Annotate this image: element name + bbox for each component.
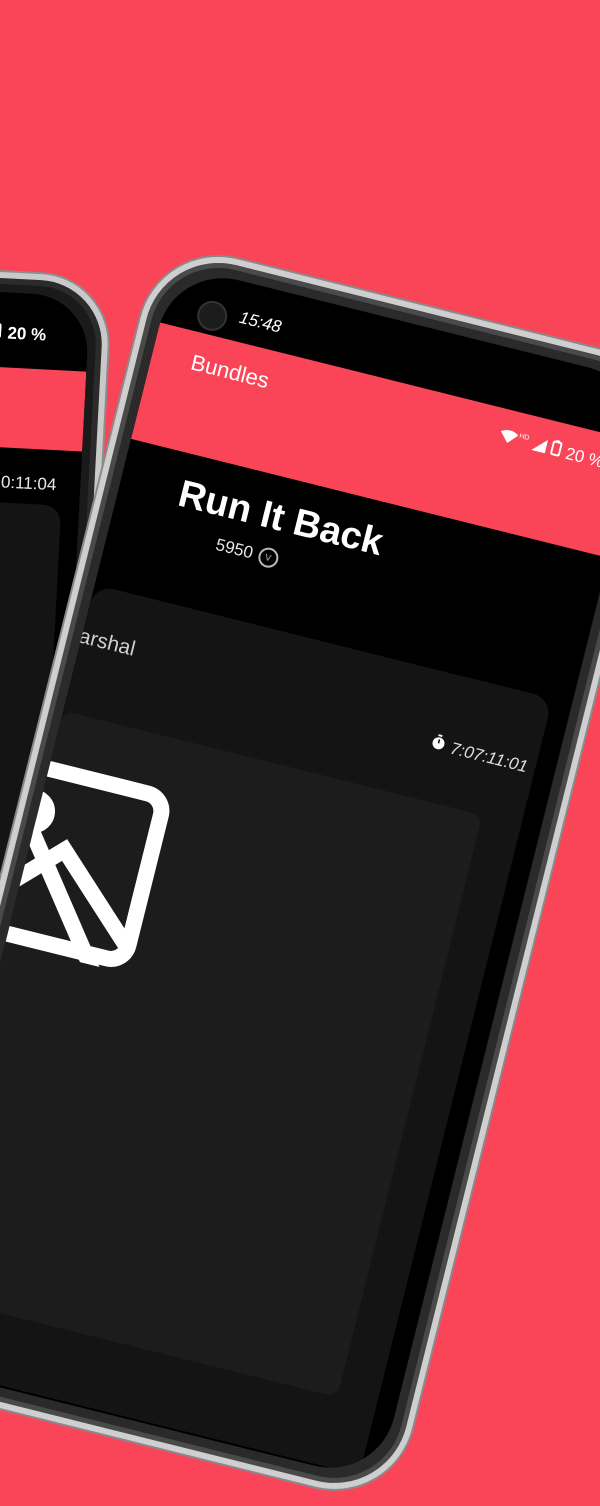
item-timer-value: 7:07:11:01 — [448, 738, 530, 776]
bundle-item-card[interactable]: Marshal 7:07:11:01 — [0, 584, 553, 1475]
broken-image-icon — [0, 757, 170, 978]
item-name: Marshal — [59, 620, 138, 661]
camera-icon — [194, 297, 231, 335]
battery-icon — [0, 322, 2, 343]
battery-text: 20 % — [7, 323, 47, 345]
hd-badge: HD — [518, 432, 530, 443]
back-timer: 10:11:04 — [0, 471, 57, 495]
bundle-price: 5950 V — [214, 535, 281, 570]
page-title: Bundles — [188, 349, 272, 394]
back-app-bar — [0, 345, 87, 452]
item-image-card[interactable] — [0, 710, 483, 1398]
wifi-icon — [497, 427, 519, 451]
signal-icon — [530, 435, 549, 458]
battery-icon — [549, 439, 564, 462]
stopwatch-icon — [429, 733, 448, 757]
item-timer: 7:07:11:01 — [429, 733, 530, 777]
price-value: 5950 — [213, 534, 256, 563]
valorant-points-icon: V — [256, 545, 281, 570]
status-time: 15:48 — [237, 307, 284, 337]
back-status-bar: 20 % — [0, 322, 47, 346]
